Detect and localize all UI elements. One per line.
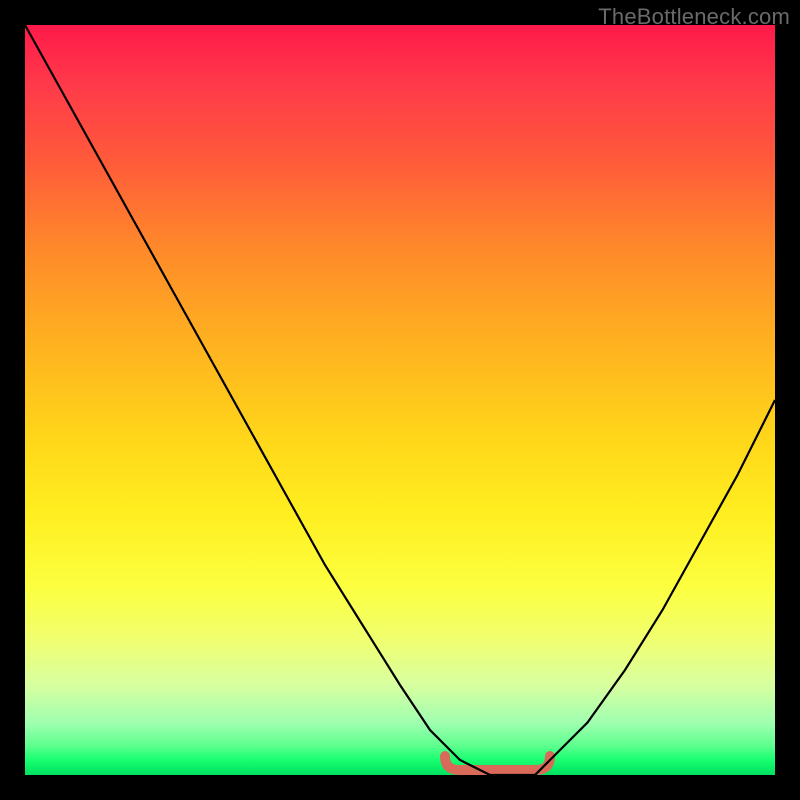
bottleneck-chart-svg: [25, 25, 775, 775]
bottleneck-curve: [25, 25, 775, 775]
chart-plot-area: [25, 25, 775, 775]
attribution-text: TheBottleneck.com: [598, 4, 790, 30]
trough-marker: [445, 756, 550, 770]
